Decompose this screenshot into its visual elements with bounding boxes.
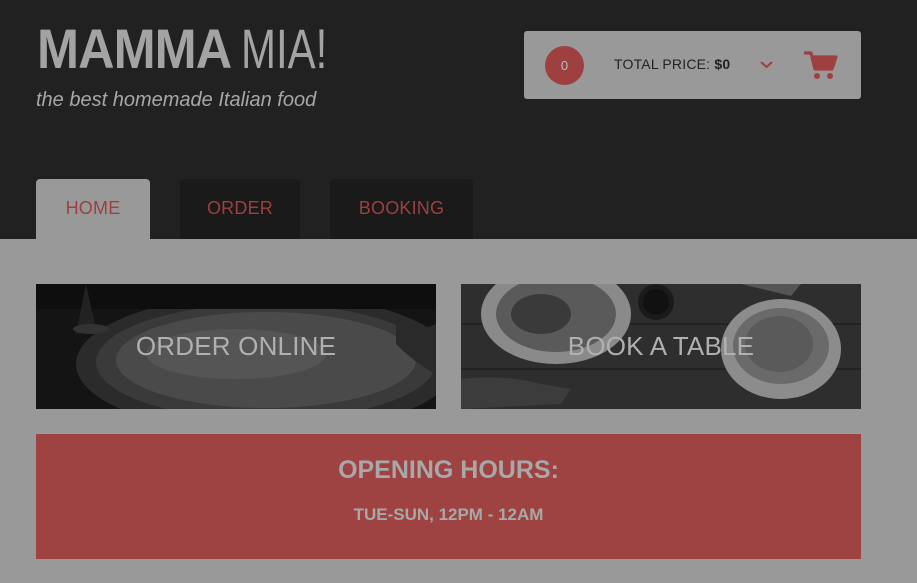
cart-total-value: $0	[714, 56, 731, 72]
tab-home[interactable]: HOME	[36, 179, 150, 239]
cart-total: TOTAL PRICE: $0	[614, 56, 730, 72]
order-online-label: ORDER ONLINE	[135, 331, 337, 361]
main-nav: HOME ORDER BOOKING	[0, 179, 917, 239]
cart-widget[interactable]: 0 TOTAL PRICE: $0	[524, 31, 861, 99]
shopping-cart-icon[interactable]	[804, 49, 838, 81]
tagline: the best homemade Italian food	[36, 89, 317, 111]
cart-count-badge: 0	[545, 46, 584, 85]
cart-total-label: TOTAL PRICE:	[614, 56, 711, 72]
tab-order[interactable]: ORDER	[180, 179, 300, 239]
logo[interactable]: MAMMA MIA!	[37, 18, 356, 80]
tab-booking[interactable]: BOOKING	[330, 179, 473, 239]
book-table-label: BOOK A TABLE	[567, 331, 755, 361]
logo-light-text: MIA!	[240, 17, 328, 80]
logo-bold-text: MAMMA	[37, 17, 232, 80]
header: MAMMA MIA! the best homemade Italian food…	[0, 0, 917, 239]
opening-hours-times: TUE-SUN, 12PM - 12AM	[353, 505, 544, 524]
opening-hours-title: OPENING HOURS:	[338, 456, 559, 484]
book-table-tile[interactable]: BOOK A TABLE	[461, 284, 861, 409]
order-online-tile[interactable]: ORDER ONLINE	[36, 284, 436, 409]
opening-hours-banner: OPENING HOURS: TUE-SUN, 12PM - 12AM	[36, 434, 861, 559]
chevron-down-icon[interactable]	[758, 56, 775, 73]
